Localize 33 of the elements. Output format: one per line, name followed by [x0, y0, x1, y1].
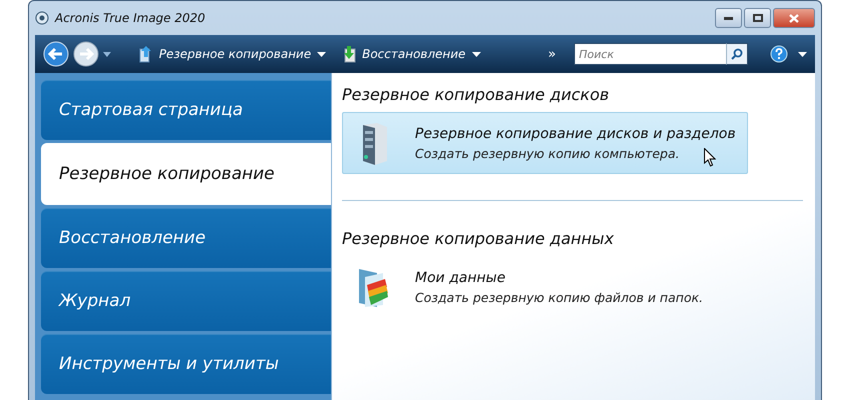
sidebar-item[interactable]: Резервное копирование — [41, 143, 331, 205]
mouse-cursor-icon — [704, 148, 716, 167]
sidebar-item[interactable]: Журнал — [41, 271, 331, 331]
minimize-icon — [724, 16, 733, 20]
caret-icon — [317, 52, 326, 56]
dropdown-caret-icon[interactable] — [103, 52, 111, 56]
upload-icon — [139, 45, 153, 63]
sidebar-item[interactable]: Восстановление — [41, 208, 331, 268]
maximize-icon — [752, 14, 762, 22]
toolbar-menu[interactable]: Восстановление — [336, 43, 487, 65]
task-item[interactable]: Мои данные Создать резервную копию файлов и папок. — [342, 256, 748, 318]
toolbar-menu[interactable]: Резервное копирование — [133, 43, 332, 65]
window-title: Acronis True Image 2020 — [55, 11, 206, 25]
maximize-button[interactable] — [744, 8, 771, 28]
overflow-chevron[interactable]: » — [548, 46, 556, 62]
forward-icon[interactable] — [73, 41, 99, 67]
sidebar-item[interactable]: Инструменты и утилиты — [41, 334, 331, 394]
back-icon[interactable] — [43, 41, 69, 67]
close-button[interactable] — [773, 8, 815, 28]
section-heading: Резервное копирование дисков — [342, 85, 610, 104]
search-button[interactable] — [726, 43, 748, 65]
close-icon — [789, 14, 799, 22]
task-item[interactable]: Резервное копирование дисков и разделов Создать резервную копию компьютера. — [342, 112, 748, 174]
section-heading: Резервное копирование данных — [342, 229, 615, 248]
search-icon — [731, 48, 743, 60]
app-icon — [35, 11, 49, 25]
sidebar-item[interactable]: Стартовая страница — [41, 80, 331, 140]
dropdown-caret-icon[interactable] — [798, 52, 807, 56]
help-icon[interactable] — [770, 45, 788, 63]
search-field[interactable]: Поиск — [574, 43, 726, 65]
minimize-button[interactable] — [715, 8, 742, 28]
download-icon — [342, 45, 356, 63]
caret-icon — [472, 52, 481, 56]
